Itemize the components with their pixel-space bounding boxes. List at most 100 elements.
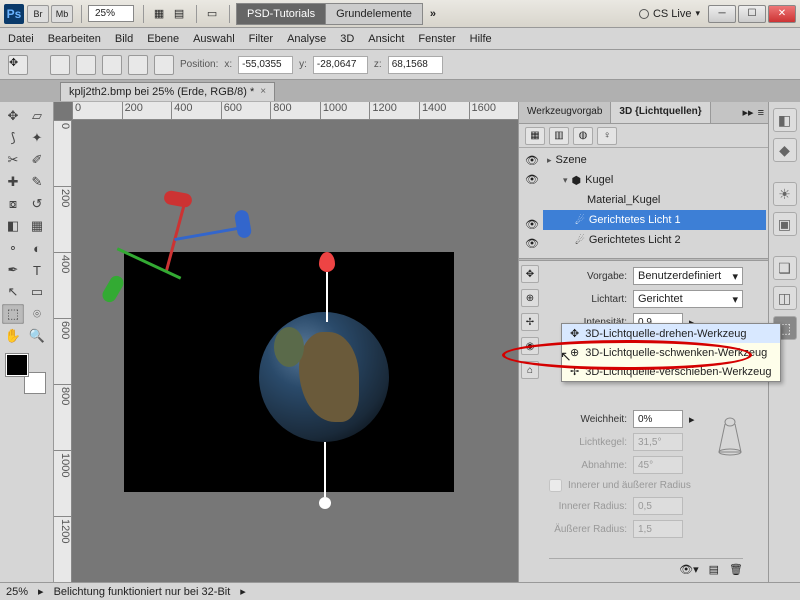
bridge-button[interactable]: Br <box>27 5 49 23</box>
crop-tool[interactable]: ✂ <box>2 150 24 170</box>
dock-styles-icon[interactable]: ◆ <box>773 138 797 162</box>
scene-row-root[interactable]: ▸Szene <box>543 150 766 170</box>
3d-mode-icon-2[interactable] <box>76 55 96 75</box>
close-tab-icon[interactable]: × <box>260 86 266 97</box>
minibridge-button[interactable]: Mb <box>51 5 73 23</box>
visibility-icon[interactable]: 👁 <box>525 154 539 167</box>
scene-row-light2[interactable]: ☄Gerichtetes Licht 2 <box>543 230 766 250</box>
dock-layers-icon[interactable]: ❑ <box>773 256 797 280</box>
eraser-tool[interactable]: ◧ <box>2 216 24 236</box>
y-field[interactable]: -28,0647 <box>313 56 368 74</box>
stamp-tool[interactable]: ⧇ <box>2 194 24 214</box>
x-field[interactable]: -55,0355 <box>238 56 293 74</box>
3d-gizmo[interactable] <box>104 192 244 312</box>
panel-tab-werkzeug[interactable]: Werkzeugvorgab <box>519 102 611 123</box>
flyout-pan[interactable]: ⊕3D-Lichtquelle-schwenken-Werkzeug <box>562 343 780 362</box>
dock-channels-icon[interactable]: ◫ <box>773 286 797 310</box>
flyout-move[interactable]: ✢3D-Lichtquelle-verschieben-Werkzeug <box>562 362 780 381</box>
cs-live[interactable]: CS Live ▾ <box>639 8 700 20</box>
type-tool[interactable]: T <box>26 260 48 280</box>
pen-tool[interactable]: ✒ <box>2 260 24 280</box>
shape-tool[interactable]: ▭ <box>26 282 48 302</box>
flyout-rotate[interactable]: ✥3D-Lichtquelle-drehen-Werkzeug <box>562 324 780 343</box>
light-pin-top[interactable] <box>319 252 335 322</box>
minimize-button[interactable]: ─ <box>708 5 736 23</box>
path-tool[interactable]: ↖ <box>2 282 24 302</box>
menu-filter[interactable]: Filter <box>249 33 273 45</box>
heal-tool[interactable]: ✚ <box>2 172 24 192</box>
close-button[interactable]: ✕ <box>768 5 796 23</box>
color-swatches[interactable] <box>6 354 46 394</box>
menu-fenster[interactable]: Fenster <box>418 33 455 45</box>
light-pin-bottom[interactable] <box>319 442 331 509</box>
earth-3d-object[interactable] <box>259 312 389 442</box>
panel-tab-3d-lights[interactable]: 3D {Lichtquellen} <box>611 102 710 123</box>
scene-row-material[interactable]: Material_Kugel <box>543 190 766 210</box>
delete-light-icon[interactable]: 🗑 <box>729 563 743 576</box>
scene-row-light1[interactable]: ☄Gerichtetes Licht 1 <box>543 210 766 230</box>
visibility-icon[interactable]: 👁 <box>525 218 539 231</box>
filter-mesh-icon[interactable]: ▥ <box>549 127 569 145</box>
document-tab[interactable]: kplj2th2.bmp bei 25% (Erde, RGB/8) * × <box>60 82 275 101</box>
history-brush-tool[interactable]: ↺ <box>26 194 48 214</box>
3d-tool[interactable]: ⬚ <box>2 304 24 324</box>
hand-tool[interactable]: ✋ <box>2 326 24 346</box>
toggle-lights-icon[interactable]: 👁▾ <box>679 563 699 576</box>
canvas-area[interactable]: 02004006008001000120014001600 0200400600… <box>54 102 518 582</box>
marquee-tool[interactable]: ▱ <box>26 106 48 126</box>
workspace-tab-grund[interactable]: Grundelemente <box>325 3 423 25</box>
view-grid-icon[interactable]: ▦ <box>150 5 168 23</box>
scene-row-kugel[interactable]: ▾⬢Kugel <box>543 170 766 190</box>
dock-adjust-icon[interactable]: ☀ <box>773 182 797 206</box>
light-rotate-tool[interactable]: ✥ <box>521 265 539 283</box>
light-point-tool[interactable]: ◉ <box>521 337 539 355</box>
menu-datei[interactable]: Datei <box>8 33 34 45</box>
eyedropper-tool[interactable]: ✐ <box>26 150 48 170</box>
light-home-tool[interactable]: ⌂ <box>521 361 539 379</box>
move-tool[interactable]: ✥ <box>2 106 24 126</box>
scene-tree[interactable]: 👁 👁 👁 👁 ▸Szene ▾⬢Kugel Material_Kugel ☄G… <box>519 148 768 258</box>
3d-mode-icon-4[interactable] <box>128 55 148 75</box>
softness-more-icon[interactable]: ▸ <box>689 413 695 426</box>
filter-scene-icon[interactable]: ▦ <box>525 127 545 145</box>
menu-bild[interactable]: Bild <box>115 33 133 45</box>
panel-collapse-icon[interactable]: ▸▸ <box>743 106 754 119</box>
lasso-tool[interactable]: ⟆ <box>2 128 24 148</box>
menu-ebene[interactable]: Ebene <box>147 33 179 45</box>
screen-mode-icon[interactable]: ▭ <box>203 5 221 23</box>
3d-mode-icon-3[interactable] <box>102 55 122 75</box>
new-light-icon[interactable]: ▤ <box>709 563 719 576</box>
menu-3d[interactable]: 3D <box>340 33 354 45</box>
maximize-button[interactable]: ☐ <box>738 5 766 23</box>
light-move-tool[interactable]: ✢ <box>521 313 539 331</box>
status-zoom[interactable]: 25% <box>6 586 28 598</box>
view-extras-icon[interactable]: ▤ <box>170 5 188 23</box>
filter-light-icon[interactable]: ♀ <box>597 127 617 145</box>
menu-ansicht[interactable]: Ansicht <box>368 33 404 45</box>
menu-analyse[interactable]: Analyse <box>287 33 326 45</box>
3d-camera-tool[interactable]: ⌾ <box>26 304 48 324</box>
filter-material-icon[interactable]: ◍ <box>573 127 593 145</box>
workspace-more-icon[interactable]: » <box>430 8 436 20</box>
menu-auswahl[interactable]: Auswahl <box>193 33 235 45</box>
fg-color[interactable] <box>6 354 28 376</box>
dodge-tool[interactable]: ◐ <box>26 238 48 258</box>
z-field[interactable]: 68,1568 <box>388 56 443 74</box>
workspace-tab-psd[interactable]: PSD-Tutorials <box>236 3 326 25</box>
3d-mode-icon-1[interactable] <box>50 55 70 75</box>
brush-tool[interactable]: ✎ <box>26 172 48 192</box>
zoom-dropdown[interactable]: 25% <box>88 5 134 22</box>
preset-dropdown[interactable]: Benutzerdefiniert▾ <box>633 267 743 285</box>
zoom-tool[interactable]: 🔍 <box>26 326 48 346</box>
menu-bearbeiten[interactable]: Bearbeiten <box>48 33 101 45</box>
visibility-icon[interactable]: 👁 <box>525 173 539 186</box>
lighttype-dropdown[interactable]: Gerichtet▾ <box>633 290 743 308</box>
dock-swatches-icon[interactable]: ◧ <box>773 108 797 132</box>
visibility-icon[interactable]: 👁 <box>525 237 539 250</box>
softness-field[interactable]: 0% <box>633 410 683 428</box>
menu-hilfe[interactable]: Hilfe <box>470 33 492 45</box>
3d-mode-icon-5[interactable] <box>154 55 174 75</box>
current-tool-icon[interactable]: ✥ <box>8 55 28 75</box>
panel-menu-icon[interactable]: ≡ <box>758 107 764 119</box>
wand-tool[interactable]: ✦ <box>26 128 48 148</box>
